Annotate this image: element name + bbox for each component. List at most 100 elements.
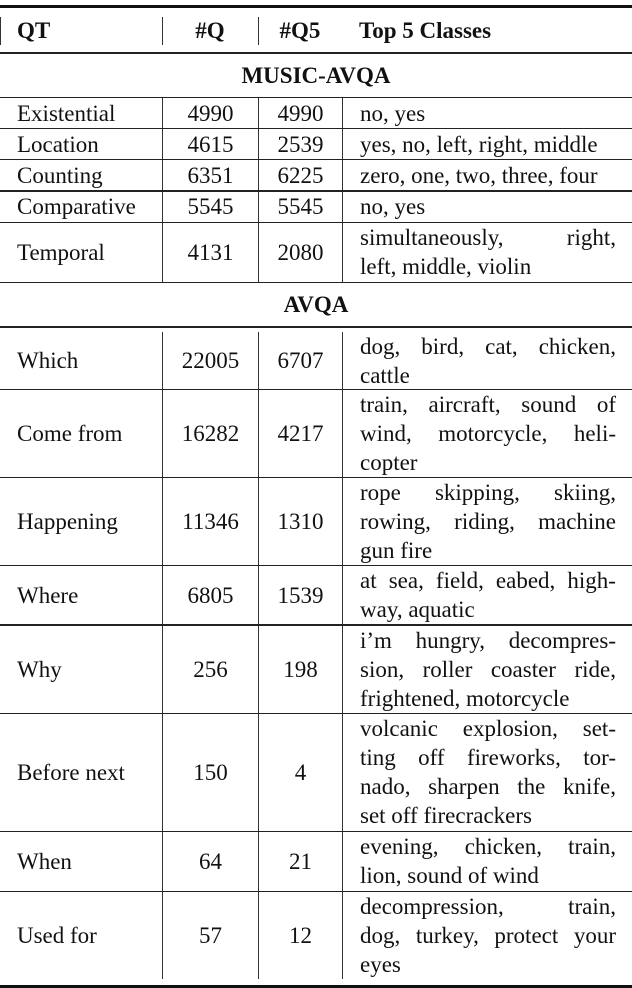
top5-classes: rope skipping, skiing, rowing, riding, machin… bbox=[342, 478, 632, 566]
top5-classes-line: gun fire bbox=[360, 538, 433, 564]
top5-classes-line: sion, roller coaster ride, bbox=[360, 656, 616, 682]
question-count-top5: 4990 bbox=[258, 98, 342, 128]
top5-classes-line: decompression, train, bbox=[360, 894, 616, 920]
question-count-top5: 21 bbox=[258, 831, 342, 891]
top5-classes: i’m hungry, decompres-sion, roller coaster ri… bbox=[342, 625, 632, 713]
top5-classes-line: at sea, field, eabed, high- bbox=[360, 568, 616, 594]
question-count: 6351 bbox=[162, 160, 258, 191]
table-body: MUSIC-AVQA Existential 4990 4990 no, yes Loca… bbox=[0, 52, 632, 988]
question-count: 16282 bbox=[162, 389, 258, 477]
top5-classes-line: cattle bbox=[360, 362, 410, 388]
question-type: Existential bbox=[17, 100, 116, 126]
top5-classes-line: volcanic explosion, set- bbox=[360, 716, 616, 742]
table-row: Happening 11346 1310 rope skipping, skiing, ro… bbox=[0, 478, 632, 566]
table-row: Where 6805 1539 at sea, field, eabed, high-way,… bbox=[0, 566, 632, 625]
question-count: 11346 bbox=[162, 478, 258, 566]
table-row: Before next 150 4 volcanic explosion, set-tin… bbox=[0, 713, 632, 831]
top5-classes: no, yes bbox=[342, 191, 632, 222]
top5-classes-line: train, aircraft, sound of bbox=[360, 391, 616, 417]
question-count-top5: 4217 bbox=[258, 389, 342, 477]
table-row: Comparative 5545 5545 no, yes bbox=[0, 191, 632, 222]
header-qt: QT bbox=[17, 17, 51, 43]
table-row: Which 22005 6707 dog, bird, cat, chicken, cattl… bbox=[0, 331, 632, 390]
question-count-top5: 1539 bbox=[258, 566, 342, 625]
top5-classes: no, yes bbox=[342, 98, 632, 128]
table-row: Counting 6351 6225 zero, one, two, three, f… bbox=[0, 160, 632, 191]
question-type: Comparative bbox=[17, 194, 136, 220]
question-count-top5: 2539 bbox=[258, 129, 342, 160]
top5-classes-line: simultaneously, right, bbox=[360, 225, 616, 251]
question-count: 150 bbox=[162, 713, 258, 831]
header-top5: Top 5 Classes bbox=[0, 8, 632, 52]
question-type: Temporal bbox=[17, 239, 105, 265]
question-type-table: QT #Q #Q5 Top 5 Classes MUSIC-AVQA Existe… bbox=[0, 0, 632, 988]
top5-classes: simultaneously, right, left, middle, violi… bbox=[342, 222, 632, 282]
top5-classes-line: dog, bird, cat, chicken, bbox=[360, 333, 616, 359]
question-count-top5: 12 bbox=[258, 892, 342, 980]
question-type: Why bbox=[17, 656, 62, 682]
header-q5: #Q5 bbox=[258, 8, 342, 52]
top5-classes-line: zero, one, two, three, four bbox=[360, 162, 598, 188]
table-row: Location 4615 2539 yes, no, left, right, mi… bbox=[0, 129, 632, 160]
question-count: 256 bbox=[162, 625, 258, 713]
top5-classes: evening, chicken, train, lion, sound of win… bbox=[342, 831, 632, 891]
top5-classes-line: lion, sound of wind bbox=[360, 863, 539, 889]
header-top5-label: Top 5 Classes bbox=[359, 17, 492, 43]
question-type: When bbox=[17, 848, 72, 874]
top5-classes-line: rowing, riding, machine bbox=[360, 509, 616, 535]
top5-classes: volcanic explosion, set-ting off fireworks, t… bbox=[342, 713, 632, 831]
top5-classes-line: i’m hungry, decompres- bbox=[360, 627, 616, 653]
question-count: 57 bbox=[162, 892, 258, 980]
question-count-top5: 5545 bbox=[258, 191, 342, 222]
question-count-top5: 2080 bbox=[258, 222, 342, 282]
table-row: Temporal 4131 2080 simultaneously, right, lef… bbox=[0, 222, 632, 282]
question-count: 5545 bbox=[162, 191, 258, 222]
question-type: Which bbox=[17, 348, 79, 374]
table-row: Come from 16282 4217 train, aircraft, sound of… bbox=[0, 389, 632, 477]
top5-classes-line: eyes bbox=[360, 952, 401, 978]
header-q: #Q bbox=[162, 8, 258, 52]
top5-classes-line: yes, no, left, right, middle bbox=[360, 131, 598, 157]
top5-classes-line: evening, chicken, train, bbox=[360, 834, 616, 860]
top5-classes-line: left, middle, violin bbox=[360, 254, 532, 280]
top5-classes-line: way, aquatic bbox=[360, 597, 475, 623]
question-count-top5: 6707 bbox=[258, 331, 342, 390]
top5-classes-line: ting off fireworks, tor- bbox=[360, 745, 616, 771]
question-type: Before next bbox=[17, 759, 125, 785]
top5-classes-line: set off firecrackers bbox=[360, 803, 532, 829]
top5-classes-line: frightened, motorcycle bbox=[360, 685, 570, 711]
question-type: Where bbox=[17, 582, 79, 608]
section-title: AVQA bbox=[283, 292, 349, 318]
question-type: Happening bbox=[17, 509, 118, 535]
top5-classes-line: rope skipping, skiing, bbox=[360, 480, 616, 506]
question-count: 4131 bbox=[162, 222, 258, 282]
top5-classes-line: nado, sharpen the knife, bbox=[360, 774, 616, 800]
top5-classes: yes, no, left, right, middle bbox=[342, 129, 632, 160]
table-row: Used for 57 12 decompression, train, dog, turk… bbox=[0, 892, 632, 980]
top5-classes-line: copter bbox=[360, 449, 418, 475]
question-type: Come from bbox=[17, 420, 123, 446]
question-count-top5: 4 bbox=[258, 713, 342, 831]
top5-classes-line: wind, motorcycle, heli- bbox=[360, 420, 616, 446]
question-count: 22005 bbox=[162, 331, 258, 390]
top5-classes: dog, bird, cat, chicken, cattle bbox=[342, 331, 632, 390]
table-row: Existential 4990 4990 no, yes bbox=[0, 98, 632, 128]
top5-classes-line: no, yes bbox=[360, 100, 426, 126]
top5-classes: decompression, train, dog, turkey, protect yo… bbox=[342, 892, 632, 980]
question-count-top5: 6225 bbox=[258, 160, 342, 191]
question-count: 64 bbox=[162, 831, 258, 891]
question-count: 4615 bbox=[162, 129, 258, 160]
table-row: Why 256 198 i’m hungry, decompres-sion, roller… bbox=[0, 625, 632, 713]
top5-classes: zero, one, two, three, four bbox=[342, 160, 632, 191]
question-type: Location bbox=[17, 131, 99, 157]
question-type: Used for bbox=[17, 923, 97, 949]
top5-classes: train, aircraft, sound of wind, motorcycle, he… bbox=[342, 389, 632, 477]
question-count-top5: 198 bbox=[258, 625, 342, 713]
question-type: Counting bbox=[17, 162, 103, 188]
table-row: When 64 21 evening, chicken, train, lion, soun… bbox=[0, 831, 632, 891]
question-count: 4990 bbox=[162, 98, 258, 128]
top5-classes-line: no, yes bbox=[360, 194, 426, 220]
header-row: QT #Q #Q5 Top 5 Classes bbox=[0, 8, 632, 52]
question-count: 6805 bbox=[162, 566, 258, 625]
top5-classes-line: dog, turkey, protect your bbox=[360, 923, 616, 949]
